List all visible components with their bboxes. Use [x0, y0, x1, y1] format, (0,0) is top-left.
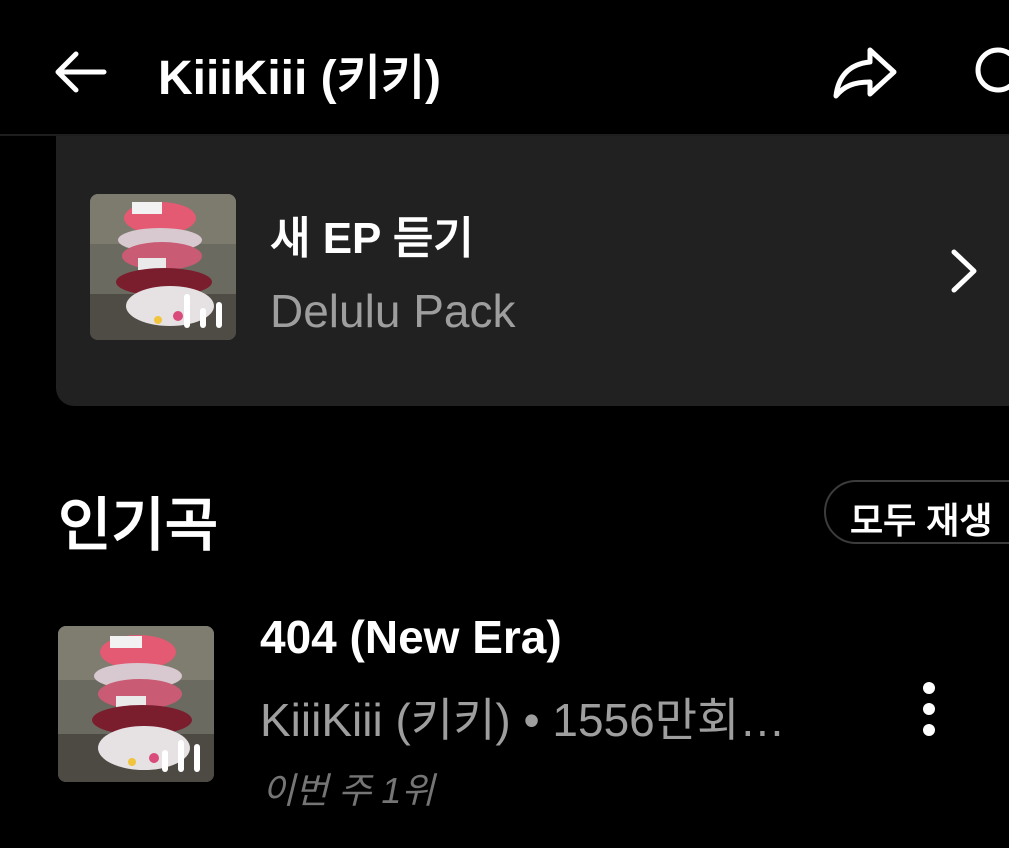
song-title: 404 (New Era) — [260, 611, 562, 663]
new-release-card[interactable]: 새 EP 듣기 Delulu Pack — [56, 136, 1009, 406]
play-all-label: 모두 재생 — [850, 500, 993, 541]
chart-rank-note: 이번 주 1위 — [262, 770, 435, 811]
page-title: KiiiKiii (키키) — [158, 52, 441, 105]
search-button[interactable] — [968, 40, 1009, 104]
song-list-item[interactable]: 404 (New Era) KiiiKiii (키키) • 1556만회… 이번… — [0, 600, 1009, 811]
equalizer-playing-icon — [162, 740, 200, 772]
search-icon — [975, 47, 1009, 93]
new-ep-label: 새 EP 듣기 — [270, 214, 474, 263]
equalizer-playing-icon — [184, 294, 222, 328]
chevron-right-icon — [951, 249, 977, 293]
top-app-bar: KiiiKiii (키키) — [0, 0, 1009, 136]
share-arrow-icon — [833, 47, 897, 99]
song-thumbnail — [58, 626, 214, 782]
song-meta: KiiiKiii (키키) • 1556만회… — [260, 694, 786, 746]
play-all-button[interactable]: 모두 재생 — [824, 480, 1009, 544]
section-title-popular: 인기곡 — [58, 493, 219, 558]
back-button[interactable] — [48, 40, 108, 100]
artist-page: KiiiKiii (키키) 새 EP 듣기 Delulu Pack 인기곡 모두… — [0, 0, 1009, 848]
arrow-left-icon — [55, 51, 107, 93]
share-button[interactable] — [830, 40, 900, 104]
album-thumbnail — [90, 194, 236, 340]
more-vertical-icon — [923, 682, 935, 736]
album-title: Delulu Pack — [270, 285, 516, 337]
more-options-button[interactable] — [904, 674, 954, 744]
